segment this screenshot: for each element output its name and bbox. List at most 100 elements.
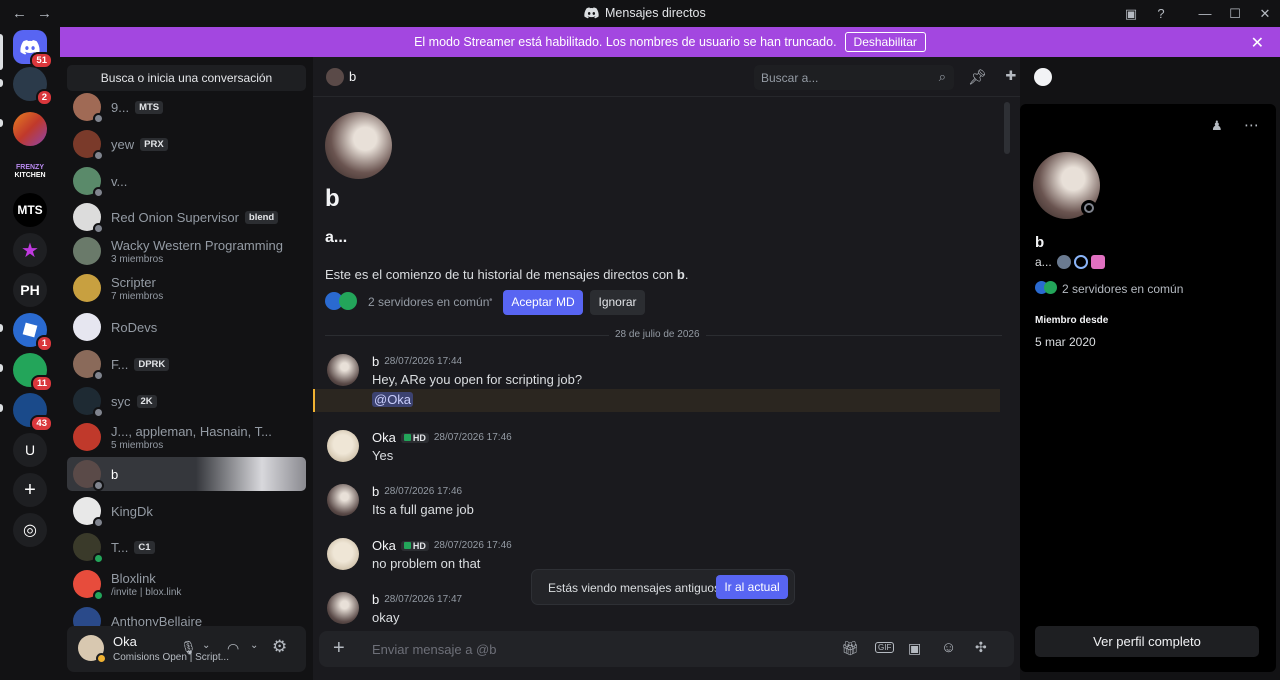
message-author[interactable]: b <box>372 592 379 607</box>
server-icon-disaster[interactable] <box>13 112 47 146</box>
accept-dm-button[interactable]: Aceptar MD <box>503 290 583 315</box>
dm-search-button[interactable]: Busca o inicia una conversación <box>67 65 306 91</box>
server-icon-frenzy-kitchen[interactable]: FRENZY KITCHEN <box>13 155 47 189</box>
profile-common-servers[interactable]: 2 servidores en común <box>1062 282 1183 296</box>
badge-icon[interactable] <box>1074 255 1088 269</box>
user-panel: Oka Comisions Open | Script... 🎙︎ ⌄ ◠ ⌄ … <box>67 626 306 672</box>
disable-streamer-button[interactable]: Deshabilitar <box>844 32 926 52</box>
apps-icon[interactable]: ✣ <box>975 639 987 656</box>
dm-name: T... <box>111 539 129 555</box>
close-window-button[interactable]: ✕ <box>1250 6 1280 22</box>
ignore-button[interactable]: Ignorar <box>590 290 645 315</box>
dm-name: 9... <box>111 99 130 115</box>
recipient-display-name: b <box>325 185 340 212</box>
add-server-icon[interactable]: + <box>13 473 47 507</box>
server-icon-roblox[interactable]: 1 <box>13 313 53 352</box>
add-attachment-icon[interactable]: + <box>333 637 345 660</box>
server-icon-blue[interactable]: 43 <box>13 393 53 432</box>
server-icon-ph[interactable]: PH <box>13 273 47 307</box>
message-author[interactable]: b <box>372 484 379 499</box>
jump-to-present-button[interactable]: Ir al actual <box>716 575 788 599</box>
gift-icon[interactable]: 🎁︎ <box>841 640 859 657</box>
dm-item[interactable]: F... DPRK <box>67 347 306 381</box>
emoji-icon[interactable]: ☺ <box>941 639 956 656</box>
maximize-button[interactable]: ☐ <box>1220 6 1250 22</box>
home-dm-button[interactable]: 51 <box>13 30 53 69</box>
dm-item[interactable]: b <box>67 457 306 491</box>
help-icon[interactable]: ? <box>1146 6 1176 21</box>
back-forward-nav[interactable]: ←→ <box>12 5 62 22</box>
message-composer: + Enviar mensaje a @b 🎁︎ GIF ▣ ☺ ✣ <box>319 631 1014 667</box>
status-indicator-icon <box>93 187 104 198</box>
dm-item[interactable]: RoDevs <box>67 310 306 344</box>
window-title-text: Mensajes directos <box>605 6 706 20</box>
server-icon[interactable]: 2 <box>13 67 53 106</box>
avatar[interactable] <box>327 538 359 570</box>
avatar[interactable] <box>1033 152 1100 219</box>
guild-tag-badge: DPRK <box>134 357 170 371</box>
settings-gear-icon[interactable]: ⚙ <box>272 637 287 657</box>
unread-indicator <box>0 364 3 372</box>
user-profile-toggle-icon[interactable] <box>1034 68 1052 86</box>
message-author[interactable]: Oka <box>372 430 396 445</box>
status-indicator-icon <box>93 553 104 564</box>
dm-item[interactable]: yew PRX <box>67 127 306 161</box>
server-icon-u[interactable]: U <box>13 433 47 467</box>
chevron-down-icon[interactable]: ⌄ <box>202 640 210 651</box>
chevron-down-icon[interactable]: ⌄ <box>250 640 258 651</box>
inbox-icon[interactable]: ▣ <box>1116 6 1146 22</box>
server-icon-star[interactable]: ★ <box>13 233 47 267</box>
gift-badge-icon[interactable] <box>1091 255 1105 269</box>
dm-item[interactable]: Scripter 7 miembros <box>67 271 306 305</box>
message-author[interactable]: b <box>372 354 379 369</box>
scrollbar[interactable] <box>1004 102 1010 154</box>
pin-icon[interactable]: 📌︎ <box>968 68 987 86</box>
headphones-icon[interactable]: ◠ <box>227 640 239 657</box>
server-list: 51 2 FRENZY KITCHEN MTS ★ PH 1 11 43 U + … <box>0 27 60 680</box>
add-friend-icon[interactable]: ♟ <box>1211 118 1223 134</box>
dm-item[interactable]: J..., appleman, Hasnain, T... 5 miembros <box>67 420 306 454</box>
dm-item[interactable]: 9... MTS <box>67 90 306 124</box>
profile-badges <box>1057 255 1105 269</box>
header-search[interactable]: Buscar a... ⌕ <box>754 65 954 90</box>
dm-item[interactable]: Red Onion Supervisor blend <box>67 200 306 234</box>
avatar[interactable] <box>327 354 359 386</box>
dm-item[interactable]: KingDk <box>67 494 306 528</box>
avatar[interactable] <box>78 635 107 664</box>
add-friend-icon[interactable]: ✚ <box>1002 68 1020 86</box>
microphone-icon[interactable]: 🎙︎ <box>180 640 197 656</box>
badge-icon[interactable] <box>1057 255 1071 269</box>
common-servers-text[interactable]: 2 servidores en común <box>368 295 489 309</box>
server-icon-green[interactable]: 11 <box>13 353 53 392</box>
user-mention[interactable]: @Oka <box>372 392 414 407</box>
avatar <box>73 570 104 601</box>
dm-name: RoDevs <box>111 319 158 335</box>
status-indicator-icon <box>93 517 104 528</box>
status-indicator-icon <box>93 150 104 161</box>
search-input[interactable]: Buscar a... <box>761 71 818 85</box>
message: b 28/07/2026 17:46 Its a full game job <box>325 484 1005 522</box>
discover-compass-icon[interactable]: ◎ <box>13 513 47 547</box>
dm-item[interactable]: Bloxlink/invite | blox.link <box>67 567 306 601</box>
gif-icon[interactable]: GIF <box>875 642 895 653</box>
message-author[interactable]: Oka <box>372 538 396 553</box>
avatar <box>326 68 344 86</box>
sticker-icon[interactable]: ▣ <box>908 640 921 657</box>
user-name: Oka <box>113 634 137 649</box>
avatar[interactable] <box>327 430 359 462</box>
minimize-button[interactable]: — <box>1190 6 1220 21</box>
more-options-icon[interactable]: ⋯ <box>1244 116 1259 134</box>
message-input[interactable]: Enviar mensaje a @b <box>372 642 496 657</box>
dm-item[interactable]: v... <box>67 164 306 198</box>
avatar[interactable] <box>327 484 359 516</box>
close-icon[interactable]: ✕ <box>1251 33 1264 53</box>
unread-badge: 43 <box>30 415 53 432</box>
server-icon-mts[interactable]: MTS <box>13 193 47 227</box>
dm-item[interactable]: Wacky Western Programming 3 miembros <box>67 234 306 268</box>
dm-item[interactable]: syc 2K <box>67 384 306 418</box>
avatar[interactable] <box>327 592 359 624</box>
dm-item[interactable]: T... C1 <box>67 530 306 564</box>
message-timestamp: 28/07/2026 17:46 <box>433 432 512 443</box>
dm-name: b <box>111 466 119 482</box>
view-full-profile-button[interactable]: Ver perfil completo <box>1035 626 1259 657</box>
